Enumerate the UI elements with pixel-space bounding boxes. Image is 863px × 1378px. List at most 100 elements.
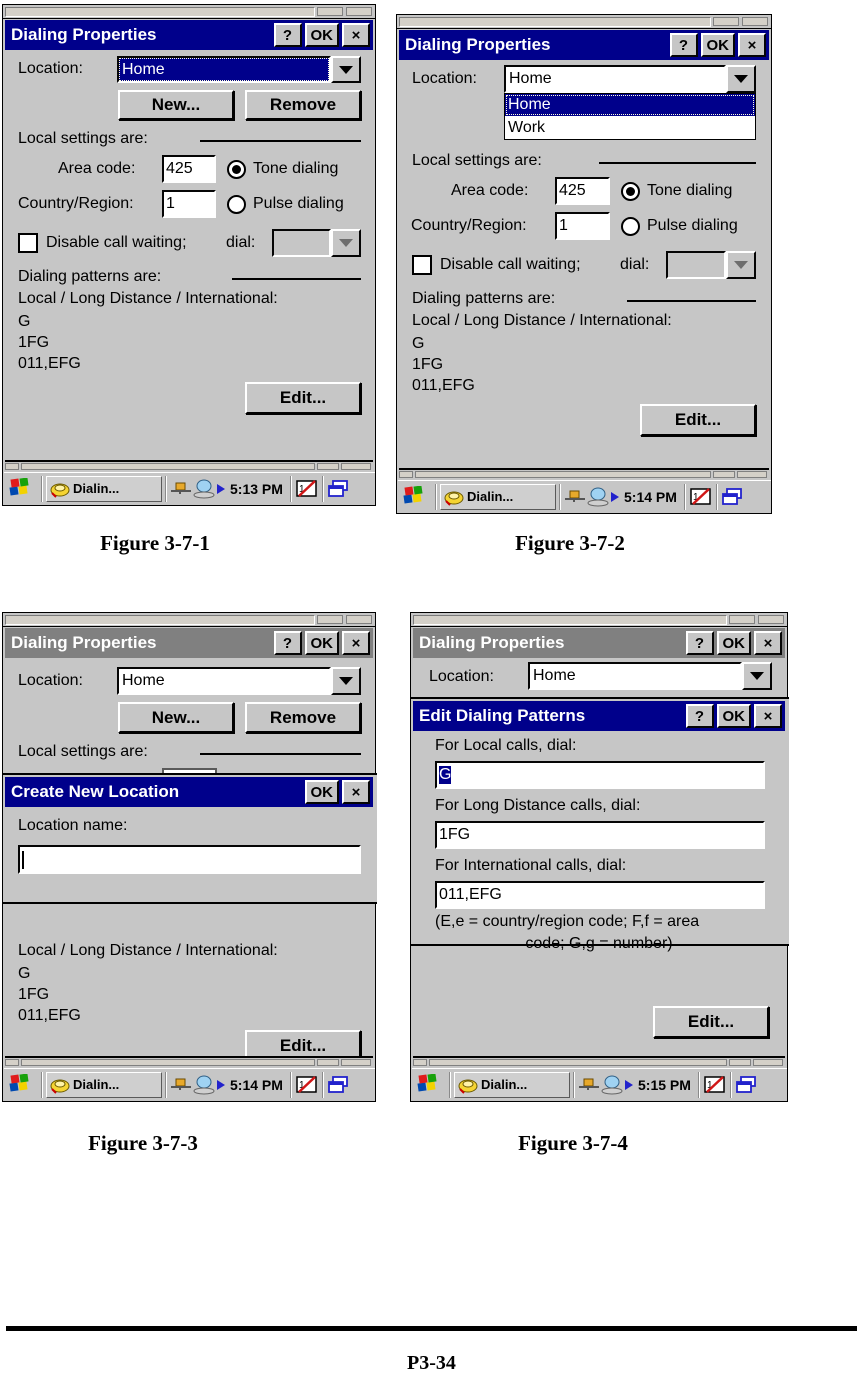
overlay-close-button[interactable]: × <box>342 780 370 804</box>
location-combo-2[interactable]: Home <box>504 65 756 93</box>
taskbar-item-dialing[interactable]: Dialin... <box>46 475 162 502</box>
taskbar-separator <box>41 475 43 502</box>
dial-combo-value[interactable] <box>272 229 331 257</box>
ok-button[interactable]: OK <box>304 631 339 655</box>
new-location-button[interactable]: New... <box>118 90 234 120</box>
monitor-icon[interactable] <box>192 1075 216 1095</box>
tone-dialing-radio[interactable] <box>621 182 640 201</box>
network-connection-icon[interactable] <box>170 479 192 499</box>
location-combo-value[interactable]: Home <box>528 662 742 690</box>
show-desktop-icon[interactable] <box>721 487 745 507</box>
area-code-input[interactable]: 425 <box>555 177 610 205</box>
location-combo-3[interactable]: Home <box>117 667 361 695</box>
notes-icon[interactable]: 1 <box>689 487 713 507</box>
play-arrow-icon[interactable] <box>216 482 226 496</box>
monitor-icon[interactable] <box>192 479 216 499</box>
overlay-close-button[interactable]: × <box>754 704 782 728</box>
ok-button[interactable]: OK <box>304 23 339 47</box>
country-region-input[interactable]: 1 <box>162 190 216 218</box>
close-button[interactable]: × <box>342 23 370 47</box>
local-settings-label: Local settings are: <box>412 152 542 169</box>
start-button[interactable] <box>4 1073 38 1096</box>
notes-icon[interactable]: 1 <box>295 1075 319 1095</box>
location-combo-arrow[interactable] <box>742 662 772 690</box>
new-location-button[interactable]: New... <box>118 702 234 733</box>
help-button[interactable]: ? <box>273 23 302 47</box>
remove-location-button[interactable]: Remove <box>245 702 361 733</box>
location-name-input[interactable] <box>18 845 361 874</box>
area-code-input[interactable]: 425 <box>162 155 216 183</box>
notes-icon[interactable]: 1 <box>295 479 319 499</box>
play-arrow-icon[interactable] <box>610 490 620 504</box>
taskbar-item-label: Dialin... <box>467 489 514 504</box>
location-combo-4[interactable]: Home <box>528 662 772 690</box>
help-button[interactable]: ? <box>669 33 698 57</box>
clock[interactable]: 5:13 PM <box>226 481 287 497</box>
clock[interactable]: 5:14 PM <box>620 489 681 505</box>
dial-combo-2[interactable] <box>666 251 756 279</box>
close-button[interactable]: × <box>754 631 782 655</box>
status-cell <box>317 463 339 470</box>
dial-combo-arrow[interactable] <box>726 251 756 279</box>
dropdown-option-home[interactable]: Home <box>505 94 755 116</box>
location-combo-arrow[interactable] <box>331 56 361 83</box>
help-button[interactable]: ? <box>273 631 302 655</box>
taskbar-item-dialing[interactable]: Dialin... <box>454 1071 570 1098</box>
help-button[interactable]: ? <box>685 631 714 655</box>
taskbar-separator <box>449 1071 451 1098</box>
location-combo-1[interactable]: Home <box>117 56 361 83</box>
dial-combo-value[interactable] <box>666 251 726 279</box>
start-button[interactable] <box>398 485 432 508</box>
notes-icon[interactable]: 1 <box>703 1075 727 1095</box>
location-combo-value[interactable]: Home <box>504 65 726 93</box>
chevron-down-icon <box>339 239 353 247</box>
taskbar-item-dialing[interactable]: Dialin... <box>440 483 556 510</box>
disable-call-waiting-checkbox[interactable] <box>18 233 38 253</box>
overlay-help-button[interactable]: ? <box>685 704 714 728</box>
close-button[interactable]: × <box>738 33 766 57</box>
location-dropdown-list[interactable]: Home Work <box>504 93 756 140</box>
location-combo-value[interactable]: Home <box>117 56 331 83</box>
play-arrow-icon[interactable] <box>216 1078 226 1092</box>
long-distance-calls-input[interactable]: 1FG <box>435 821 765 849</box>
edit-patterns-button[interactable]: Edit... <box>245 382 361 414</box>
international-calls-input[interactable]: 011,EFG <box>435 881 765 909</box>
edit-patterns-button[interactable]: Edit... <box>640 404 756 436</box>
overlay-ok-button[interactable]: OK <box>304 780 339 804</box>
network-connection-icon[interactable] <box>170 1075 192 1095</box>
country-region-input[interactable]: 1 <box>555 212 610 240</box>
location-combo-value[interactable]: Home <box>117 667 331 695</box>
clock[interactable]: 5:14 PM <box>226 1077 287 1093</box>
tone-dialing-radio[interactable] <box>227 160 246 179</box>
network-connection-icon[interactable] <box>578 1075 600 1095</box>
monitor-icon[interactable] <box>600 1075 624 1095</box>
taskbar-item-dialing[interactable]: Dialin... <box>46 1071 162 1098</box>
show-desktop-icon[interactable] <box>327 479 351 499</box>
ok-button[interactable]: OK <box>716 631 751 655</box>
overlay-ok-button[interactable]: OK <box>716 704 751 728</box>
pulse-dialing-radio[interactable] <box>621 217 640 236</box>
location-combo-arrow[interactable] <box>726 65 756 93</box>
monitor-icon[interactable] <box>586 487 610 507</box>
taskbar-separator <box>435 483 437 510</box>
start-button[interactable] <box>412 1073 446 1096</box>
dial-combo-arrow[interactable] <box>331 229 361 257</box>
dropdown-option-work[interactable]: Work <box>505 116 755 139</box>
patterns-header-obscured: Local / Long Distance / International: <box>18 942 278 959</box>
location-combo-arrow[interactable] <box>331 667 361 695</box>
show-desktop-icon[interactable] <box>327 1075 351 1095</box>
dial-combo-1[interactable] <box>272 229 361 257</box>
show-desktop-icon[interactable] <box>735 1075 759 1095</box>
disable-call-waiting-checkbox[interactable] <box>412 255 432 275</box>
close-button[interactable]: × <box>342 631 370 655</box>
overlay-titlebar-buttons: ? OK × <box>685 704 786 728</box>
start-button[interactable] <box>4 477 38 500</box>
pulse-dialing-radio[interactable] <box>227 195 246 214</box>
play-arrow-icon[interactable] <box>624 1078 634 1092</box>
network-connection-icon[interactable] <box>564 487 586 507</box>
ok-button[interactable]: OK <box>700 33 735 57</box>
local-calls-input[interactable]: G <box>435 761 765 789</box>
edit-patterns-button[interactable]: Edit... <box>653 1006 769 1038</box>
clock[interactable]: 5:15 PM <box>634 1077 695 1093</box>
remove-location-button[interactable]: Remove <box>245 90 361 120</box>
